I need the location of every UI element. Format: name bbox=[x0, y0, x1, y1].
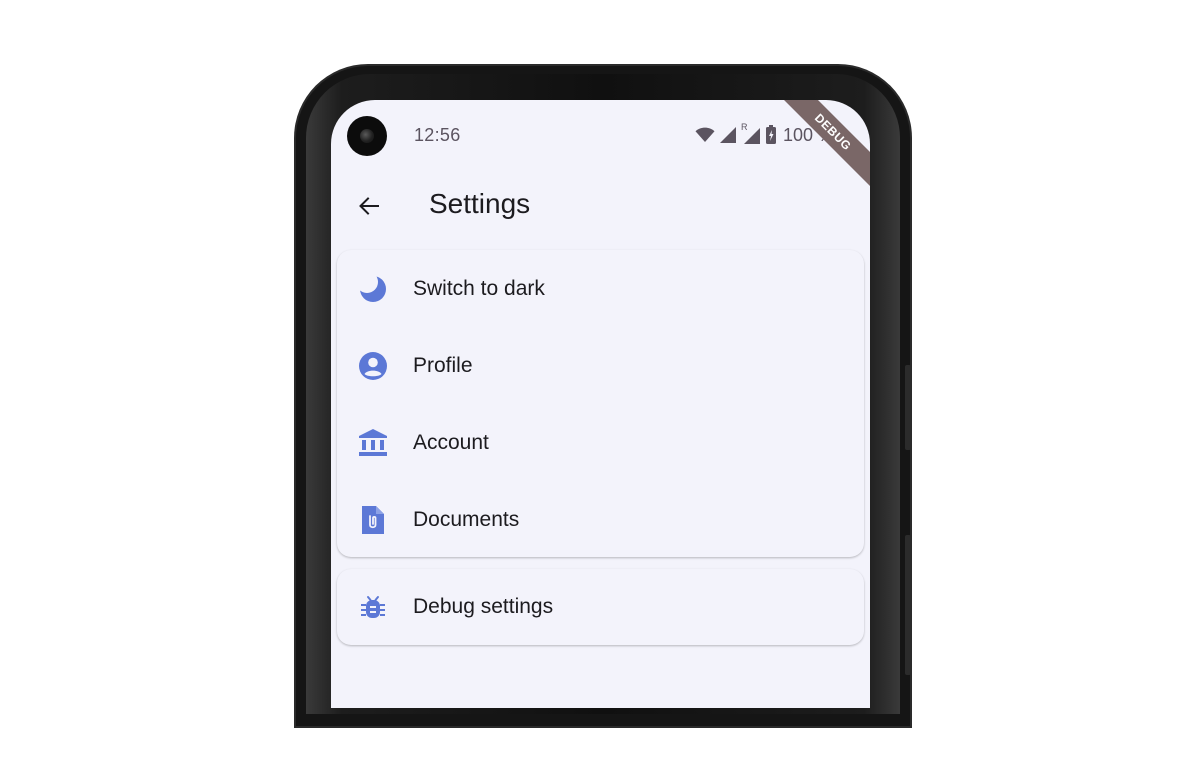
list-item-label: Documents bbox=[413, 507, 520, 531]
back-button[interactable] bbox=[349, 186, 389, 226]
list-item-documents[interactable]: Documents bbox=[337, 481, 864, 558]
bug-icon bbox=[357, 591, 389, 623]
status-time: 12:56 bbox=[414, 125, 461, 145]
list-item-account[interactable]: Account bbox=[337, 404, 864, 481]
battery-icon bbox=[765, 125, 776, 144]
account-circle-icon bbox=[357, 350, 389, 382]
list-item-profile[interactable]: Profile bbox=[337, 327, 864, 404]
debug-card: Debug settings bbox=[337, 569, 864, 645]
list-item-label: Debug settings bbox=[413, 595, 554, 618]
moon-icon bbox=[357, 273, 389, 305]
front-camera bbox=[347, 116, 387, 156]
phone-screen: 12:56 R 100 % DEBUG Settings Switch to d… bbox=[331, 100, 870, 708]
roaming-signal-icon: R bbox=[741, 122, 761, 145]
device-stage: 12:56 R 100 % DEBUG Settings Switch to d… bbox=[0, 0, 1200, 776]
app-bar: Settings bbox=[331, 168, 870, 244]
settings-card: Switch to dark Profile Account Documents bbox=[337, 250, 864, 557]
signal-icon bbox=[719, 127, 736, 143]
list-item-debug-settings[interactable]: Debug settings bbox=[337, 569, 864, 645]
volume-button bbox=[905, 365, 911, 450]
list-item-label: Profile bbox=[413, 353, 473, 377]
list-item-label: Account bbox=[413, 430, 489, 454]
bank-icon bbox=[357, 427, 389, 459]
list-item-label: Switch to dark bbox=[413, 276, 545, 300]
document-attachment-icon bbox=[357, 504, 389, 536]
page-title: Settings bbox=[429, 188, 531, 219]
list-item-switch-to-dark[interactable]: Switch to dark bbox=[337, 250, 864, 327]
wifi-icon bbox=[695, 127, 715, 142]
arrow-back-icon bbox=[359, 197, 379, 215]
power-button bbox=[905, 535, 911, 675]
